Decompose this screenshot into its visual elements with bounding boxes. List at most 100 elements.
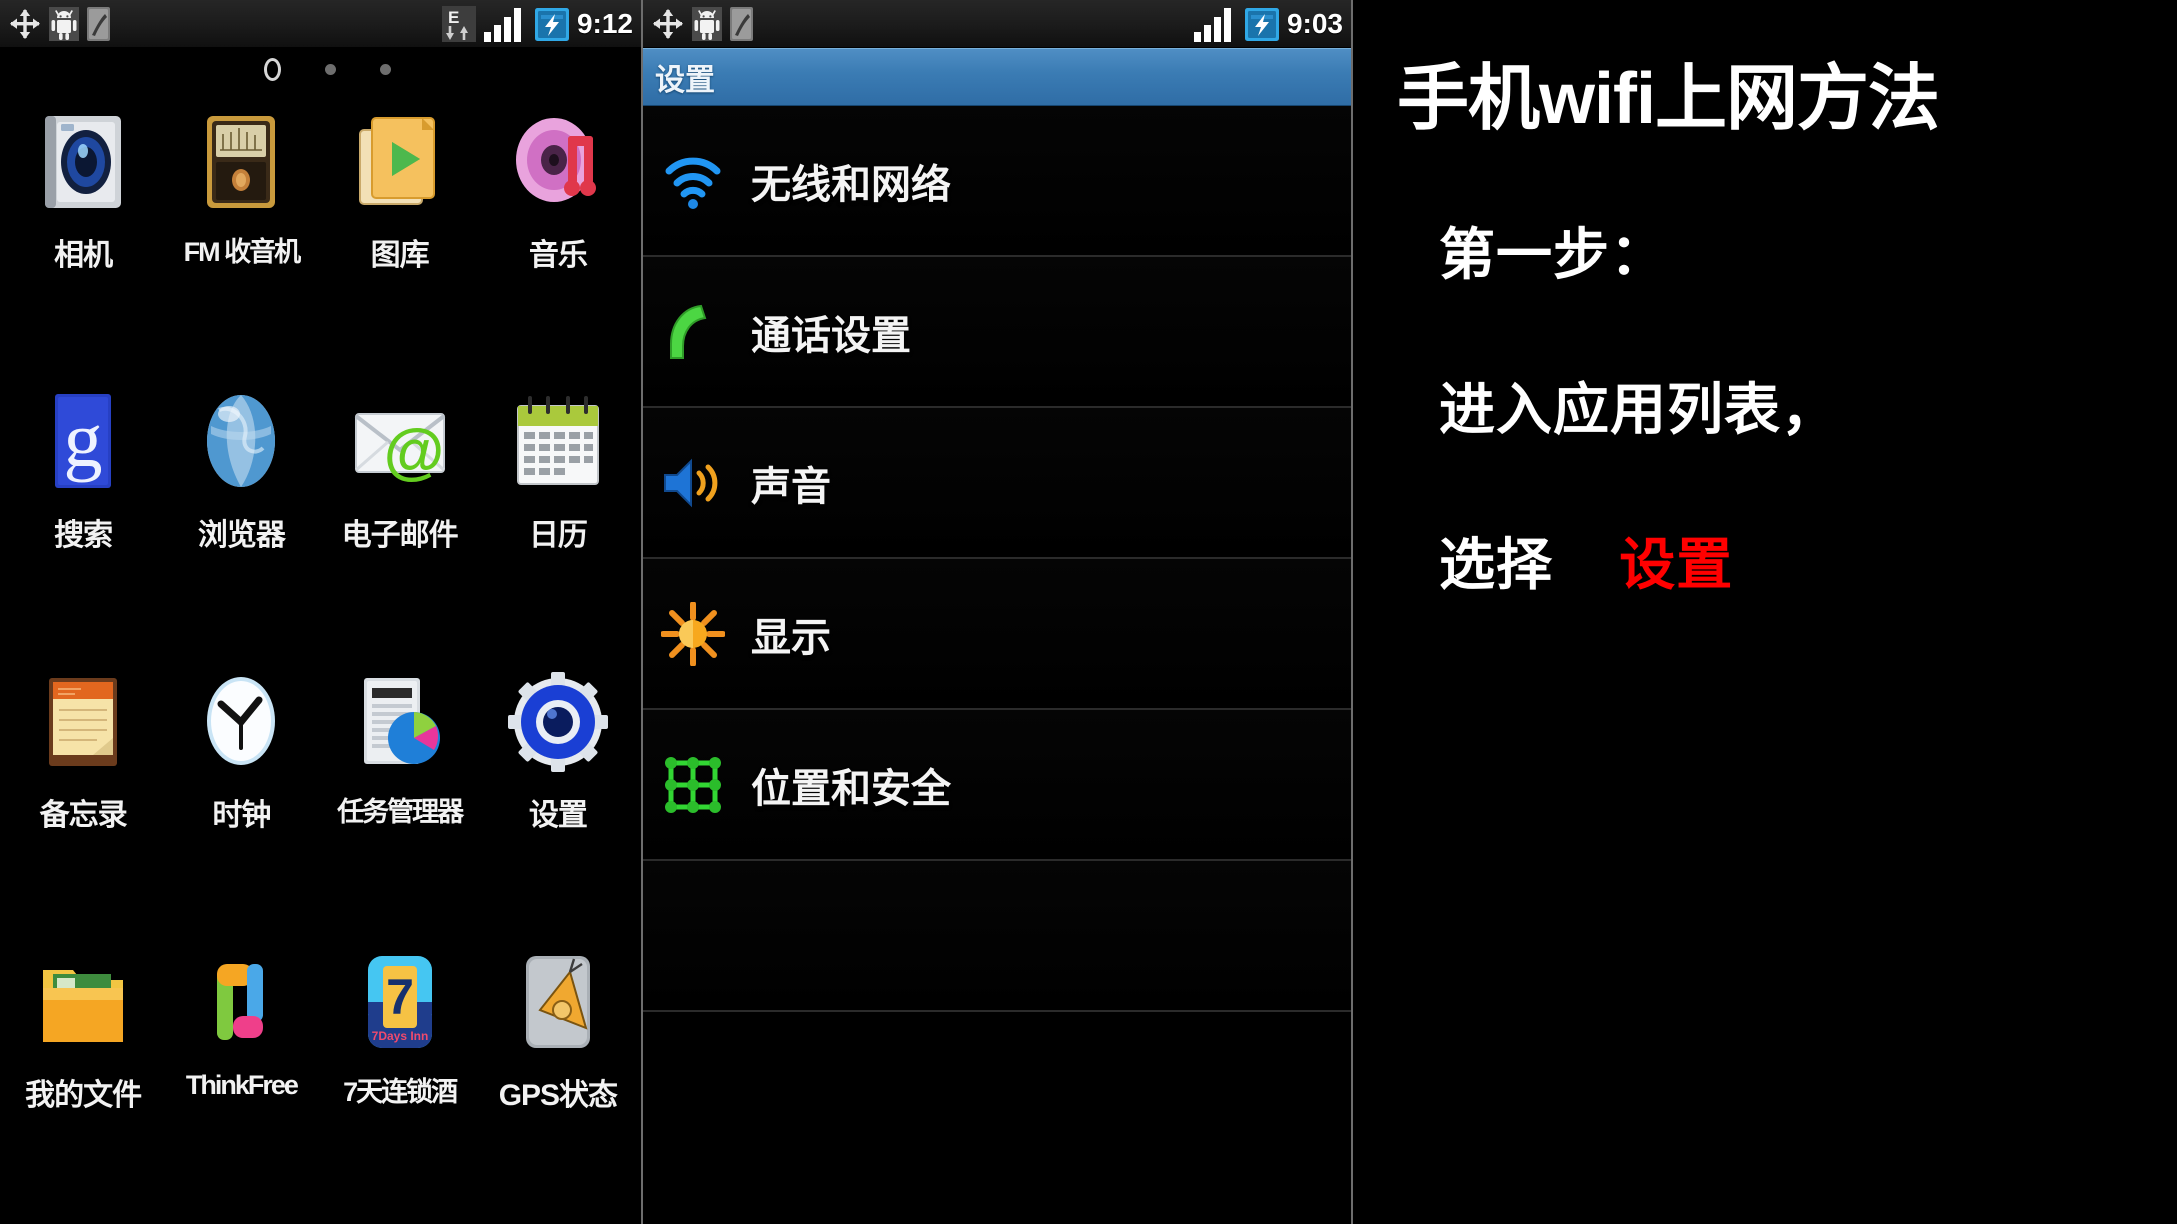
fm-radio-icon [207, 116, 276, 208]
memo-icon [49, 678, 118, 766]
settings-row-partial[interactable] [643, 861, 1351, 1012]
app-icon-calendar[interactable]: 日历 [479, 372, 637, 652]
edge-data-icon: E [441, 5, 476, 42]
app-icon-settings[interactable]: 设置 [479, 652, 637, 932]
app-label: GPS状态 [498, 1079, 618, 1112]
app-label: 我的文件 [25, 1079, 142, 1112]
settings-row-label: 位置和安全 [751, 766, 951, 811]
android-robot-icon [692, 6, 722, 41]
home-status-bar: E 9:12 [0, 0, 641, 48]
settings-gear-icon [507, 672, 608, 772]
app-label: ThinkFree [185, 1070, 299, 1100]
app-label: 浏览器 [197, 519, 286, 552]
app-icon-memo[interactable]: 备忘录 [4, 652, 162, 932]
sound-speaker-icon [664, 458, 718, 507]
usb-transfer-icon [10, 8, 40, 39]
app-label: 任务管理器 [337, 797, 464, 827]
camera-icon [45, 116, 122, 208]
app-icon-clock[interactable]: 时钟 [162, 652, 320, 932]
app-icon-gps-status[interactable]: GPS状态 [479, 932, 637, 1212]
status-bar-clock: 9:12 [576, 7, 633, 39]
caption-title: 手机wifi上网方法 [1397, 59, 1940, 139]
app-label: 日历 [528, 519, 588, 552]
app-icon-camera[interactable]: 相机 [4, 92, 162, 372]
app-label: 相机 [54, 239, 113, 272]
app-icon-music[interactable]: 音乐 [479, 92, 637, 372]
settings-status-bar: 9:03 [643, 0, 1351, 48]
clock-icon [207, 677, 276, 765]
svg-text:@: @ [383, 417, 443, 486]
svg-text:g: g [64, 396, 103, 483]
screenshot-stage: E 9:12 相机 FM 收音机 图库 音乐 g 搜索 浏览器 @ 电子邮件 日… [0, 0, 2177, 1224]
settings-row-location-security[interactable]: 位置和安全 [643, 710, 1351, 861]
signal-bars-icon [1193, 7, 1231, 42]
caption-action-prefix: 选择 [1439, 532, 1553, 596]
app-label: 备忘录 [39, 799, 128, 832]
caption-panel: 手机wifi上网方法 第一步： 进入应用列表， 选择 设置 [1353, 0, 2177, 1224]
settings-row-label: 通话设置 [751, 313, 911, 358]
app-grid: 相机 FM 收音机 图库 音乐 g 搜索 浏览器 @ 电子邮件 日历 备忘录 时… [0, 90, 641, 1212]
music-icon [515, 118, 596, 202]
wifi-icon [665, 157, 721, 209]
app-icon-gallery[interactable]: 图库 [321, 92, 479, 372]
settings-row-wireless-network[interactable]: 无线和网络 [643, 106, 1351, 257]
app-icon-my-files[interactable]: 我的文件 [4, 932, 162, 1212]
caption-step-label: 第一步： [1439, 222, 1667, 286]
settings-status-bar-left-icons [651, 6, 754, 41]
google-search-icon: g [55, 394, 112, 488]
app-label: 7天连锁酒 [343, 1077, 458, 1107]
svg-text:7Days Inn: 7Days Inn [371, 1029, 428, 1043]
caption-action-target: 设置 [1619, 532, 1734, 596]
home-page-indicator[interactable] [0, 48, 641, 90]
settings-row-label: 声音 [751, 464, 831, 509]
app-label: 音乐 [528, 239, 588, 272]
browser-globe-icon [207, 395, 276, 487]
settings-row-call-settings[interactable]: 通话设置 [643, 257, 1351, 408]
app-label: 时钟 [212, 799, 271, 832]
status-bar-right-icons: E 9:12 [441, 5, 633, 42]
page-indicator-dot-2[interactable] [325, 63, 336, 75]
task-manager-icon [363, 678, 440, 764]
caption-action: 选择 设置 [1439, 520, 2177, 601]
gps-status-icon [525, 956, 590, 1048]
settings-row-sound[interactable]: 声音 [643, 408, 1351, 559]
app-icon-task-manager[interactable]: 任务管理器 [321, 652, 479, 932]
settings-status-bar-right-icons: 9:03 [1193, 6, 1343, 42]
android-robot-icon [49, 6, 79, 41]
my-files-folder-icon [43, 970, 124, 1042]
page-indicator-dot-3[interactable] [380, 63, 391, 75]
app-icon-browser[interactable]: 浏览器 [162, 372, 320, 652]
gallery-icon [358, 117, 435, 205]
app-icon-search[interactable]: g 搜索 [4, 372, 162, 652]
calendar-icon [516, 396, 599, 485]
app-label: 图库 [370, 239, 430, 272]
7days-inn-icon: 7 7Days Inn [367, 956, 432, 1048]
svg-text:E: E [448, 8, 459, 27]
android-home-screen-panel: E 9:12 相机 FM 收音机 图库 音乐 g 搜索 浏览器 @ 电子邮件 日… [0, 0, 643, 1224]
app-icon-7days-inn[interactable]: 7 7Days Inn 7天连锁酒 [321, 932, 479, 1212]
app-icon-fm-radio[interactable]: FM 收音机 [162, 92, 320, 372]
app-label: 电子邮件 [341, 519, 459, 552]
settings-status-bar-clock: 9:03 [1286, 7, 1343, 39]
app-icon-email[interactable]: @ 电子邮件 [321, 372, 479, 652]
caption-instruction: 进入应用列表， [1439, 377, 1838, 441]
app-label: 设置 [528, 799, 588, 832]
app-icon-thinkfree[interactable]: ThinkFree [162, 932, 320, 1212]
location-security-icon [665, 756, 721, 813]
svg-text:7: 7 [386, 969, 414, 1025]
display-brightness-icon [661, 601, 725, 666]
settings-row-display[interactable]: 显示 [643, 559, 1351, 710]
signal-bars-icon [483, 7, 521, 42]
settings-title: 设置 [655, 64, 715, 97]
settings-list: 无线和网络 通话设置 声音 显示 位置和安全 [643, 106, 1351, 1012]
status-bar-left-icons [8, 6, 111, 41]
app-label: FM 收音机 [183, 237, 301, 267]
app-label: 搜索 [54, 519, 113, 552]
battery-charging-icon [534, 7, 569, 41]
sd-card-icon [730, 6, 753, 41]
phone-call-icon [670, 304, 707, 359]
page-indicator-dot-active[interactable] [264, 57, 281, 81]
usb-transfer-icon [653, 8, 683, 39]
settings-row-label: 无线和网络 [751, 162, 951, 207]
sd-card-icon [87, 6, 110, 41]
